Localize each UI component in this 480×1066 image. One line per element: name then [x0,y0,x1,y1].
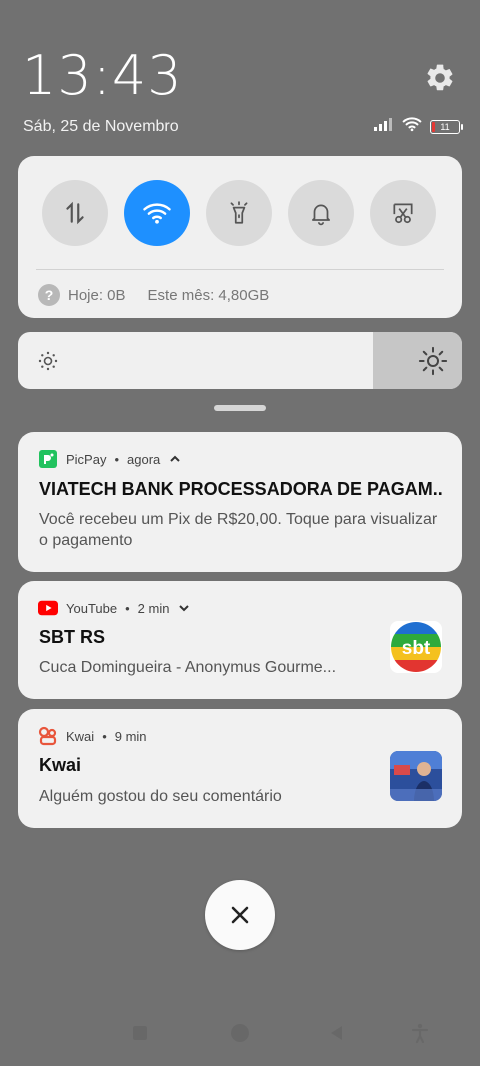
notification-kwai[interactable]: Kwai • 9 min Kwai Alguém gostou do seu c… [18,709,462,828]
wifi-status-icon [402,116,422,137]
help-icon: ? [38,284,60,306]
notification-time: 9 min [114,728,147,744]
sbt-logo-text: sbt [402,638,431,659]
flashlight-icon [230,201,248,224]
notification-header: YouTube • 2 min [38,598,191,618]
divider [36,269,444,270]
brightness-low-icon [38,351,58,371]
tile-flashlight[interactable] [206,180,272,246]
status-icons: 11 [374,116,463,137]
chevron-down-icon[interactable] [177,601,191,615]
data-month: Este mês: 4,80GB [147,286,270,304]
kwai-icon [38,726,58,746]
kwai-thumbnail [390,751,442,801]
notification-body: Cuca Domingueira - Anonymus Gourme... [39,659,337,676]
tile-wifi[interactable] [124,180,190,246]
tile-sound[interactable] [288,180,354,246]
recents-icon[interactable] [125,1018,155,1048]
notification-picpay[interactable]: PicPay • agora VIATECH BANK PROCESSADORA… [18,432,462,572]
signal-icon [374,117,394,136]
notification-app: Kwai [66,728,95,744]
gear-icon[interactable] [424,62,456,94]
notification-header: Kwai • 9 min [38,726,147,746]
notification-header: PicPay • agora [38,449,182,469]
notification-time: 2 min [137,600,170,616]
sbt-logo-thumbnail: sbt [390,621,442,673]
home-icon[interactable] [225,1018,255,1048]
notification-title: SBT RS [39,627,106,647]
tile-mobile-data[interactable] [42,180,108,246]
accessibility-icon[interactable] [405,1018,435,1048]
brightness-high-icon [418,346,448,376]
picpay-icon [38,449,58,469]
data-usage[interactable]: ? Hoje: 0B Este mês: 4,80GB [38,284,269,306]
tile-screenshot[interactable] [370,180,436,246]
clear-all-button[interactable] [205,880,275,950]
quick-settings-tiles [42,180,436,246]
back-icon[interactable] [322,1018,352,1048]
notification-time: agora [127,451,161,467]
date: Sáb, 25 de Novembro [23,118,179,135]
data-today: Hoje: 0B [68,286,126,304]
navigation-bar [0,1018,480,1050]
notification-app: YouTube [66,600,118,616]
data-arrows-icon [66,201,84,225]
notification-app: PicPay [66,451,107,467]
close-icon [231,906,249,924]
quick-settings-panel: ? Hoje: 0B Este mês: 4,80GB [18,156,462,318]
notification-body: Alguém gostou do seu comentário [39,788,282,805]
scissors-icon [393,203,413,224]
bell-icon [312,204,330,226]
brightness-slider[interactable] [18,332,462,389]
battery-level-text: 11 [440,121,450,132]
youtube-icon [38,598,58,618]
drag-handle[interactable] [214,405,266,411]
clock: 13:43 [22,44,183,107]
notification-youtube[interactable]: YouTube • 2 min SBT RS Cuca Domingueira … [18,581,462,699]
battery-icon: 11 [430,119,463,134]
chevron-up-icon[interactable] [168,452,182,466]
wifi-icon [143,203,171,224]
notification-body: Você recebeu um Pix de R$20,00. Toque pa… [39,511,438,549]
notification-title: VIATECH BANK PROCESSADORA DE PAGAM.. [39,479,443,499]
notification-title: Kwai [39,755,82,775]
